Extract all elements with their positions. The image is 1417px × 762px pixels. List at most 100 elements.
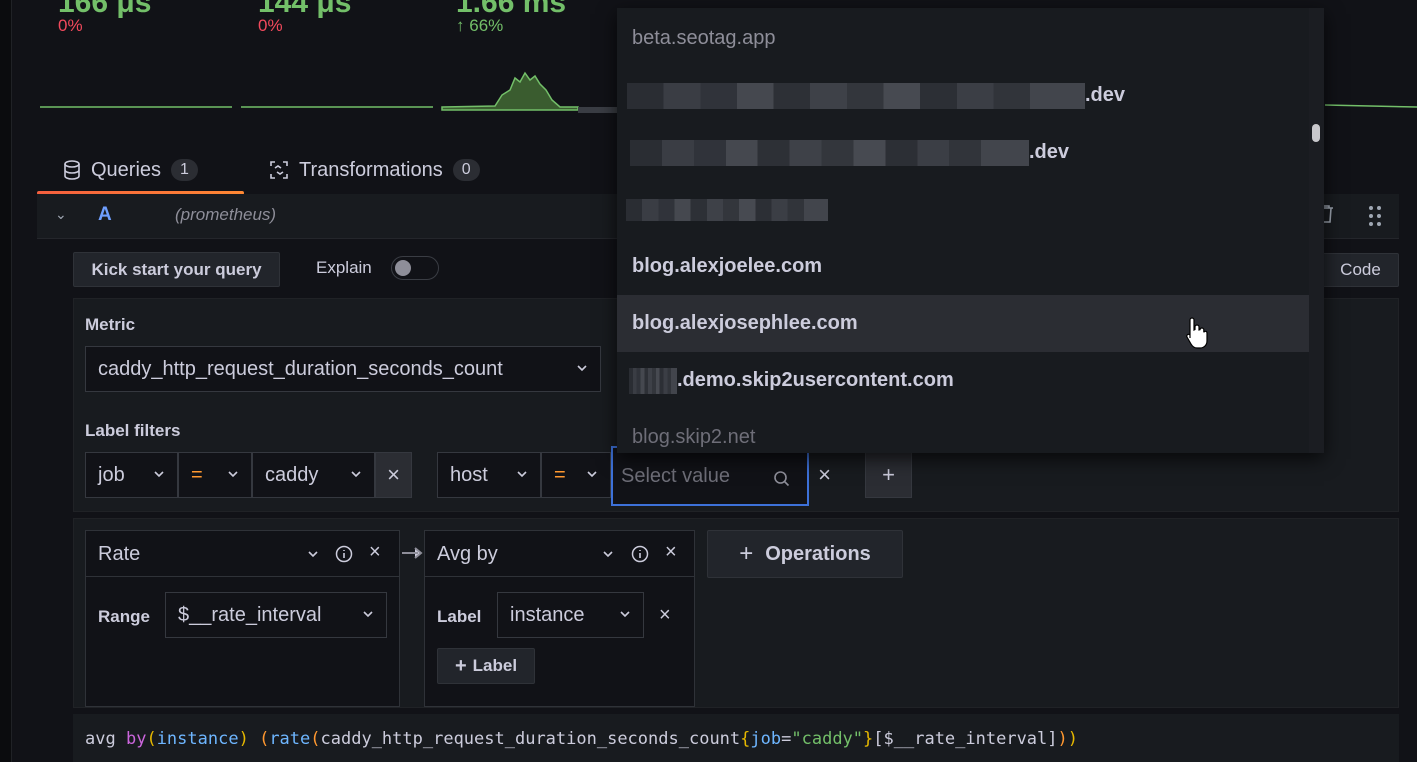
dropdown-option[interactable]	[617, 181, 1309, 238]
close-icon[interactable]: ×	[665, 541, 677, 564]
redacted-text	[629, 367, 677, 394]
remove-filter-button[interactable]: ×	[808, 452, 841, 498]
chevron-down-icon[interactable]	[307, 548, 319, 560]
hand-cursor-icon	[1186, 317, 1208, 349]
remove-filter-button[interactable]: ×	[375, 452, 412, 498]
plus-icon: +	[882, 462, 895, 487]
promql-token: =	[781, 729, 792, 749]
tab-count: 0	[452, 159, 480, 181]
dropdown-option[interactable]: blog.skip2.net	[617, 409, 1309, 453]
stat-change: 0%	[258, 16, 283, 35]
chevron-down-icon	[154, 471, 164, 478]
promql-token: rate	[269, 729, 311, 749]
tab-transformations[interactable]: Transformations 0	[269, 148, 569, 192]
promql-token: )	[238, 729, 260, 749]
promql-token: (	[146, 729, 157, 749]
sparkline-4	[1324, 104, 1417, 108]
arrow-right-icon	[402, 547, 423, 559]
promql-token: (	[310, 729, 321, 749]
operation-title: Rate	[98, 543, 141, 565]
chevron-down-icon	[351, 471, 361, 478]
option-text: blog.alexjosephlee.com	[632, 312, 858, 334]
promql-token: instance	[156, 729, 239, 749]
dropdown-option[interactable]: .dev	[617, 67, 1309, 124]
value-placeholder: Select value	[621, 465, 730, 487]
operation-card-rate: Rate × Range $__rate_interval	[85, 530, 400, 707]
query-name[interactable]: A	[98, 204, 112, 226]
promql-token: "caddy"	[791, 729, 864, 749]
stat-change: ↑ 66%	[456, 16, 503, 36]
tab-count: 1	[171, 159, 198, 181]
option-text: .demo.skip2usercontent.com	[677, 369, 954, 391]
operation-param-label: Label	[437, 607, 482, 626]
promql-token: avg	[85, 729, 126, 749]
info-icon[interactable]	[631, 545, 649, 563]
operation-header[interactable]: Avg by ×	[425, 531, 694, 577]
operation-header[interactable]: Rate ×	[86, 531, 399, 577]
code-mode-button[interactable]: Code	[1322, 253, 1399, 287]
promql-token: )	[1067, 729, 1079, 749]
promql-token: )	[1057, 729, 1068, 749]
promql-token: }	[863, 729, 874, 749]
label-select-value: instance	[510, 603, 585, 626]
label-value-select[interactable]: caddy	[252, 452, 375, 498]
label-select[interactable]: instance	[497, 592, 644, 638]
chevron-down-icon	[517, 471, 527, 478]
chevron-down-icon	[577, 365, 587, 372]
label-filters-label: Label filters	[85, 421, 181, 440]
redacted-text	[630, 139, 1029, 166]
tab-queries[interactable]: Queries 1	[37, 148, 244, 195]
plus-icon: +	[454, 654, 467, 677]
close-icon[interactable]: ×	[659, 604, 671, 627]
dropdown-option[interactable]: beta.seotag.app	[617, 10, 1309, 67]
add-operation-button[interactable]: + Operations	[707, 530, 903, 578]
chevron-down-icon[interactable]	[602, 548, 614, 560]
label-key-select[interactable]: job	[85, 452, 178, 498]
operation-card-avg-by: Avg by × Label instance × + Label	[424, 530, 695, 707]
operation-title: Avg by	[437, 543, 498, 565]
chevron-down-icon[interactable]: ⌄	[55, 206, 67, 223]
scrollbar-bit	[578, 107, 618, 113]
label-operator-select[interactable]: =	[541, 452, 611, 498]
dropdown-option[interactable]: blog.alexjoelee.com	[617, 238, 1309, 295]
label-operator-select[interactable]: =	[178, 452, 252, 498]
option-text: .dev	[1029, 141, 1070, 163]
sparkline-3	[441, 71, 579, 111]
add-filter-button[interactable]: +	[865, 452, 912, 498]
promql-token: (	[259, 729, 270, 749]
stat-change-value: 66%	[469, 16, 504, 35]
explain-toggle[interactable]	[391, 256, 439, 280]
info-icon[interactable]	[335, 545, 353, 563]
option-text: blog.skip2.net	[632, 426, 756, 448]
label-key-select[interactable]: host	[437, 452, 541, 498]
scrollbar-thumb[interactable]	[1312, 124, 1320, 142]
close-icon[interactable]: ×	[369, 541, 381, 564]
chevron-down-icon	[363, 611, 373, 618]
metric-select[interactable]: caddy_http_request_duration_seconds_coun…	[85, 346, 601, 392]
dropdown-option[interactable]: .demo.skip2usercontent.com	[617, 352, 1309, 409]
close-icon: ×	[818, 462, 831, 487]
plus-icon: +	[739, 540, 754, 567]
operation-param-label: Range	[98, 607, 150, 626]
promql-preview: avg by(instance) (rate(caddy_http_reques…	[73, 714, 1399, 762]
add-label-button[interactable]: + Label	[437, 648, 535, 684]
option-text: blog.alexjoelee.com	[632, 255, 823, 277]
promql-token: {	[740, 729, 751, 749]
drag-handle-icon[interactable]	[1367, 205, 1383, 227]
database-icon	[64, 160, 80, 180]
dropdown-option[interactable]: .dev	[617, 124, 1309, 181]
range-select[interactable]: $__rate_interval	[165, 592, 387, 638]
transform-icon	[270, 161, 288, 179]
stat-change: 0%	[58, 16, 83, 35]
promql-token: caddy_http_request_duration_seconds_coun…	[320, 729, 741, 749]
chevron-down-icon	[587, 471, 597, 478]
value-dropdown-menu: beta.seotag.app .dev .dev blog.alexjoele…	[617, 8, 1324, 453]
label-value: caddy	[265, 463, 319, 486]
kick-start-button[interactable]: Kick start your query	[73, 252, 280, 287]
label-value-input[interactable]: Select value	[611, 446, 809, 506]
dropdown-scrollbar[interactable]	[1309, 8, 1324, 453]
label-operator: =	[191, 463, 203, 486]
arrow-up-icon: ↑	[456, 16, 465, 35]
promql-token: [$__rate_interval]	[873, 729, 1058, 749]
explain-label: Explain	[316, 258, 372, 277]
